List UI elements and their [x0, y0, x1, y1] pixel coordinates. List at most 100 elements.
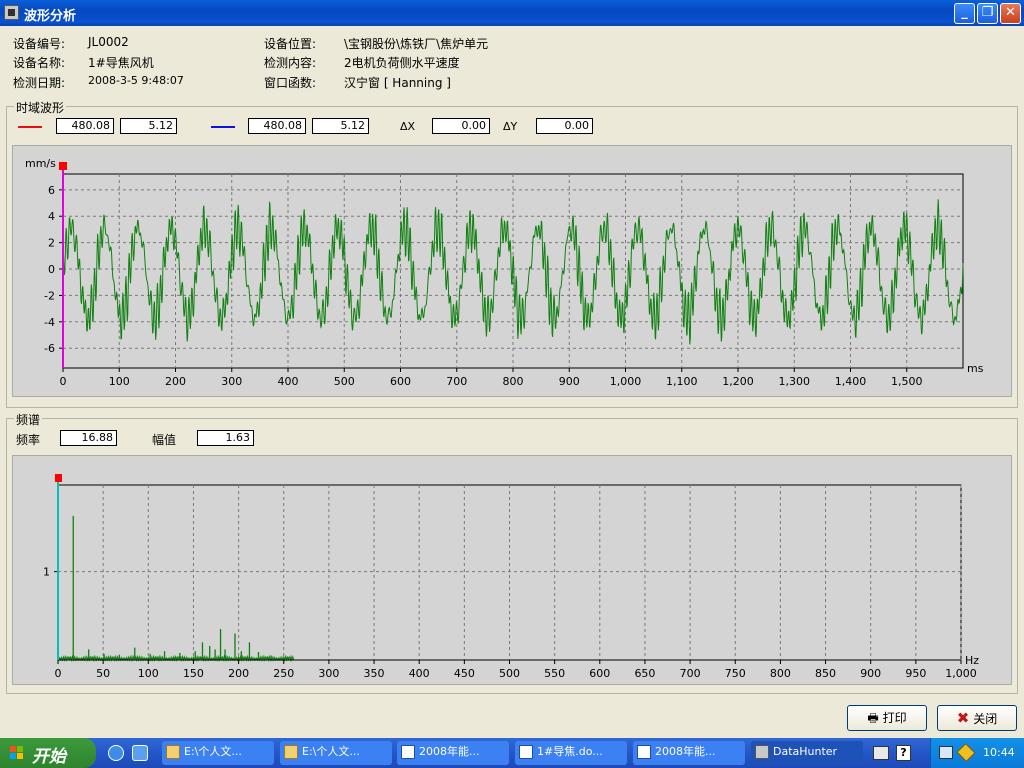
device-no-value: JL0002: [88, 35, 129, 49]
spectrum-x-tick-label: 750: [725, 667, 746, 680]
time-waveform-chart[interactable]: 0 100 200 300 400 500 600 700 800 900 1,000 1,100 1,…: [13, 146, 1011, 396]
time-x-tick-label: 600: [390, 375, 411, 388]
time-x-tick-label: 500: [334, 375, 355, 388]
content-value: 2电机负荷侧水平速度: [344, 56, 460, 70]
close-button[interactable]: ✖ 关闭: [937, 705, 1017, 731]
amp-value: 1.63: [197, 430, 254, 446]
taskbar-item-folder-1[interactable]: E:\个人文...: [162, 741, 274, 765]
spectrum-x-tick-label: 300: [318, 667, 339, 680]
time-x-tick-label: 1,100: [666, 375, 698, 388]
time-x-tick-label: 1,400: [835, 375, 867, 388]
spectrum-x-tick-label: 400: [409, 667, 430, 680]
print-button[interactable]: 🖶 打印: [847, 705, 927, 731]
spectrum-x-tick-label: 200: [228, 667, 249, 680]
spectrum-x-tick-label: 600: [589, 667, 610, 680]
close-x-icon: ✖: [956, 709, 970, 727]
taskbar-item-word-2[interactable]: 1#导焦.do...: [515, 741, 627, 765]
device-name-label: 设备名称:: [13, 56, 66, 70]
spectrum-chart-panel[interactable]: 0 50 100 150 200 250 300 350 400 450 500 550 600 650 7…: [12, 455, 1012, 685]
taskbar-item-label: 2008年能...: [419, 745, 480, 758]
quicklaunch-icon[interactable]: [132, 745, 148, 761]
close-button-label: 关闭: [973, 712, 998, 726]
spectrum-x-unit: Hz: [965, 654, 979, 667]
device-name-value: 1#导焦风机: [88, 56, 154, 70]
taskbar-item-datahunter[interactable]: DataHunter: [751, 741, 863, 765]
folder-icon: [284, 745, 298, 759]
title-bar: 波形分析 _ ❐ ✕: [0, 0, 1024, 26]
delta-y-value: 0.00: [536, 118, 593, 134]
app-icon[interactable]: [4, 5, 19, 20]
taskbar-item-label: DataHunter: [773, 745, 838, 758]
start-button[interactable]: 开始: [0, 738, 96, 768]
time-y-tick-label: -2: [44, 289, 55, 302]
spectrum-label: 频谱: [14, 411, 43, 428]
help-icon[interactable]: ?: [896, 745, 911, 761]
time-y-tick-label: 0: [48, 263, 55, 276]
print-button-label: 打印: [882, 711, 907, 725]
word-doc-icon: [401, 745, 415, 759]
time-x-tick-label: 100: [109, 375, 130, 388]
time-x-unit: ms: [967, 362, 984, 375]
window-fn-label: 窗口函数:: [264, 76, 317, 90]
spectrum-x-tick-label: 550: [544, 667, 565, 680]
device-no-label: 设备编号:: [13, 37, 66, 51]
location-label: 设备位置:: [264, 37, 317, 51]
tray-app-icon[interactable]: [956, 742, 976, 763]
time-x-tick-label: 1,300: [779, 375, 811, 388]
time-x-tick-label: 0: [60, 375, 67, 388]
time-cursor-handle[interactable]: [59, 162, 67, 170]
windows-flag-icon: [10, 746, 23, 759]
time-x-tick-label: 200: [165, 375, 186, 388]
keyboard-icon[interactable]: [873, 746, 889, 760]
content-label: 检测内容:: [264, 56, 317, 70]
location-value: \宝钢股份\炼铁厂\焦炉单元: [344, 37, 489, 51]
cursor2-y-value: 5.12: [312, 118, 369, 134]
time-x-tick-label: 1,200: [722, 375, 754, 388]
taskbar-item-folder-2[interactable]: E:\个人文...: [280, 741, 392, 765]
word-doc-icon: [519, 745, 533, 759]
clock[interactable]: 10:44: [983, 746, 1015, 759]
spectrum-x-tick-label: 800: [770, 667, 791, 680]
time-x-tick-label: 900: [559, 375, 580, 388]
taskbar-item-word-3[interactable]: 2008年能...: [633, 741, 745, 765]
taskbar-item-label: 2008年能...: [655, 745, 716, 758]
time-y-tick-label: 6: [48, 184, 55, 197]
spectrum-x-tick-label: 150: [183, 667, 204, 680]
amp-label: 幅值: [152, 433, 177, 447]
spectrum-x-tick-label: 250: [273, 667, 294, 680]
time-x-tick-label: 300: [221, 375, 242, 388]
time-y-tick-label: -4: [44, 316, 55, 329]
time-y-tick-label: 2: [48, 237, 55, 250]
delta-y-label: ΔY: [503, 120, 518, 133]
delta-x-label: ΔX: [400, 120, 416, 133]
cursor1-x-value: 480.08: [56, 118, 114, 134]
system-tray: 10:44: [930, 738, 1024, 768]
time-x-tick-label: 800: [503, 375, 524, 388]
minimize-button[interactable]: _: [954, 3, 975, 24]
spectrum-cursor-handle[interactable]: [55, 474, 62, 482]
ie-icon[interactable]: [108, 745, 124, 761]
time-chart-panel[interactable]: 0 100 200 300 400 500 600 700 800 900 1,000 1,100 1,…: [12, 145, 1012, 397]
spectrum-x-tick-label: 450: [454, 667, 475, 680]
window-fn-value: 汉宁窗 [ Hanning ]: [344, 76, 451, 90]
date-value: 2008-3-5 9:48:07: [88, 74, 184, 87]
spectrum-x-tick-label: 700: [680, 667, 701, 680]
time-y-unit: mm/s: [25, 157, 56, 170]
freq-value: 16.88: [60, 430, 117, 446]
word-doc-icon: [637, 745, 651, 759]
taskbar: 开始 E:\个人文... E:\个人文... 2008年能... 1#导焦.do…: [0, 738, 1024, 768]
freq-label: 频率: [16, 433, 41, 447]
spectrum-x-tick-label: 900: [860, 667, 881, 680]
taskbar-item-word-1[interactable]: 2008年能...: [397, 741, 509, 765]
spectrum-chart[interactable]: 0 50 100 150 200 250 300 350 400 450 500 550 600 650 7…: [13, 456, 1011, 684]
close-window-button[interactable]: ✕: [1000, 3, 1021, 24]
spectrum-x-tick-label: 100: [138, 667, 159, 680]
spectrum-x-tick-label: 350: [364, 667, 385, 680]
printer-icon: 🖶: [867, 711, 879, 725]
maximize-button[interactable]: ❐: [977, 3, 998, 24]
date-label: 检测日期:: [13, 76, 66, 90]
time-x-tick-label: 700: [446, 375, 467, 388]
network-icon[interactable]: [939, 746, 953, 759]
folder-icon: [166, 745, 180, 759]
spectrum-x-tick-label: 650: [634, 667, 655, 680]
